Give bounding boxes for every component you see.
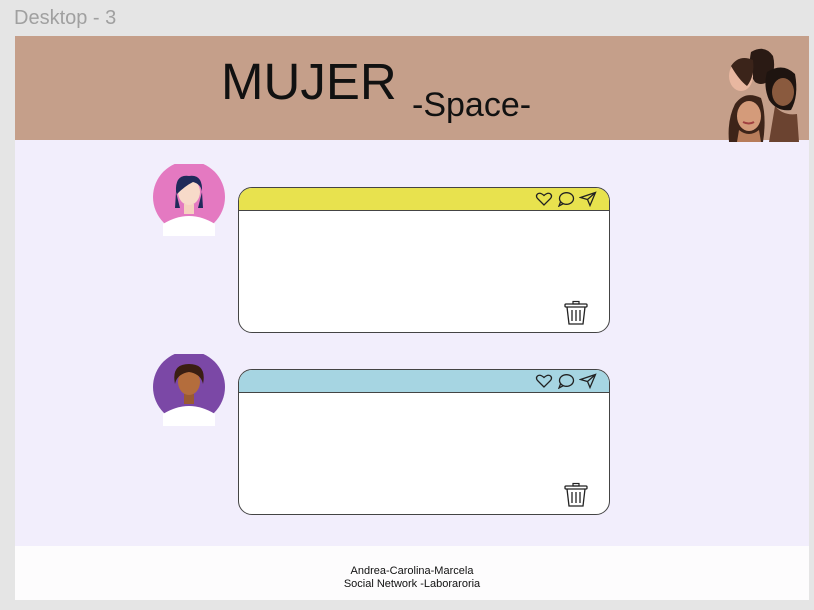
send-icon[interactable] [578, 191, 597, 208]
comment-icon[interactable] [557, 373, 575, 390]
post-header-bar [239, 188, 609, 211]
footer-authors: Andrea-Carolina-Marcela [350, 565, 474, 577]
page-title: MUJER [221, 53, 397, 110]
trash-icon[interactable] [563, 482, 589, 508]
send-icon[interactable] [578, 373, 597, 390]
header: MUJER -Space- [15, 36, 809, 142]
heart-icon[interactable] [535, 191, 553, 207]
footer: Andrea-Carolina-Marcela Social Network -… [15, 546, 809, 600]
footer-project: Social Network -Laboraroria [343, 578, 481, 590]
desktop-frame: MUJER -Space- Andrea-Carolina-Marcela So… [15, 36, 809, 600]
trash-icon[interactable] [563, 300, 589, 326]
user-avatar-1[interactable] [153, 164, 225, 236]
user-avatar-2[interactable] [153, 354, 225, 426]
heart-icon[interactable] [535, 373, 553, 389]
post-card-2 [238, 369, 610, 515]
post-header-bar [239, 370, 609, 393]
comment-icon[interactable] [557, 191, 575, 208]
page-subtitle: -Space- [412, 86, 532, 124]
frame-label: Desktop - 3 [14, 7, 117, 29]
post-card-1 [238, 187, 610, 333]
women-illustration [728, 48, 799, 142]
